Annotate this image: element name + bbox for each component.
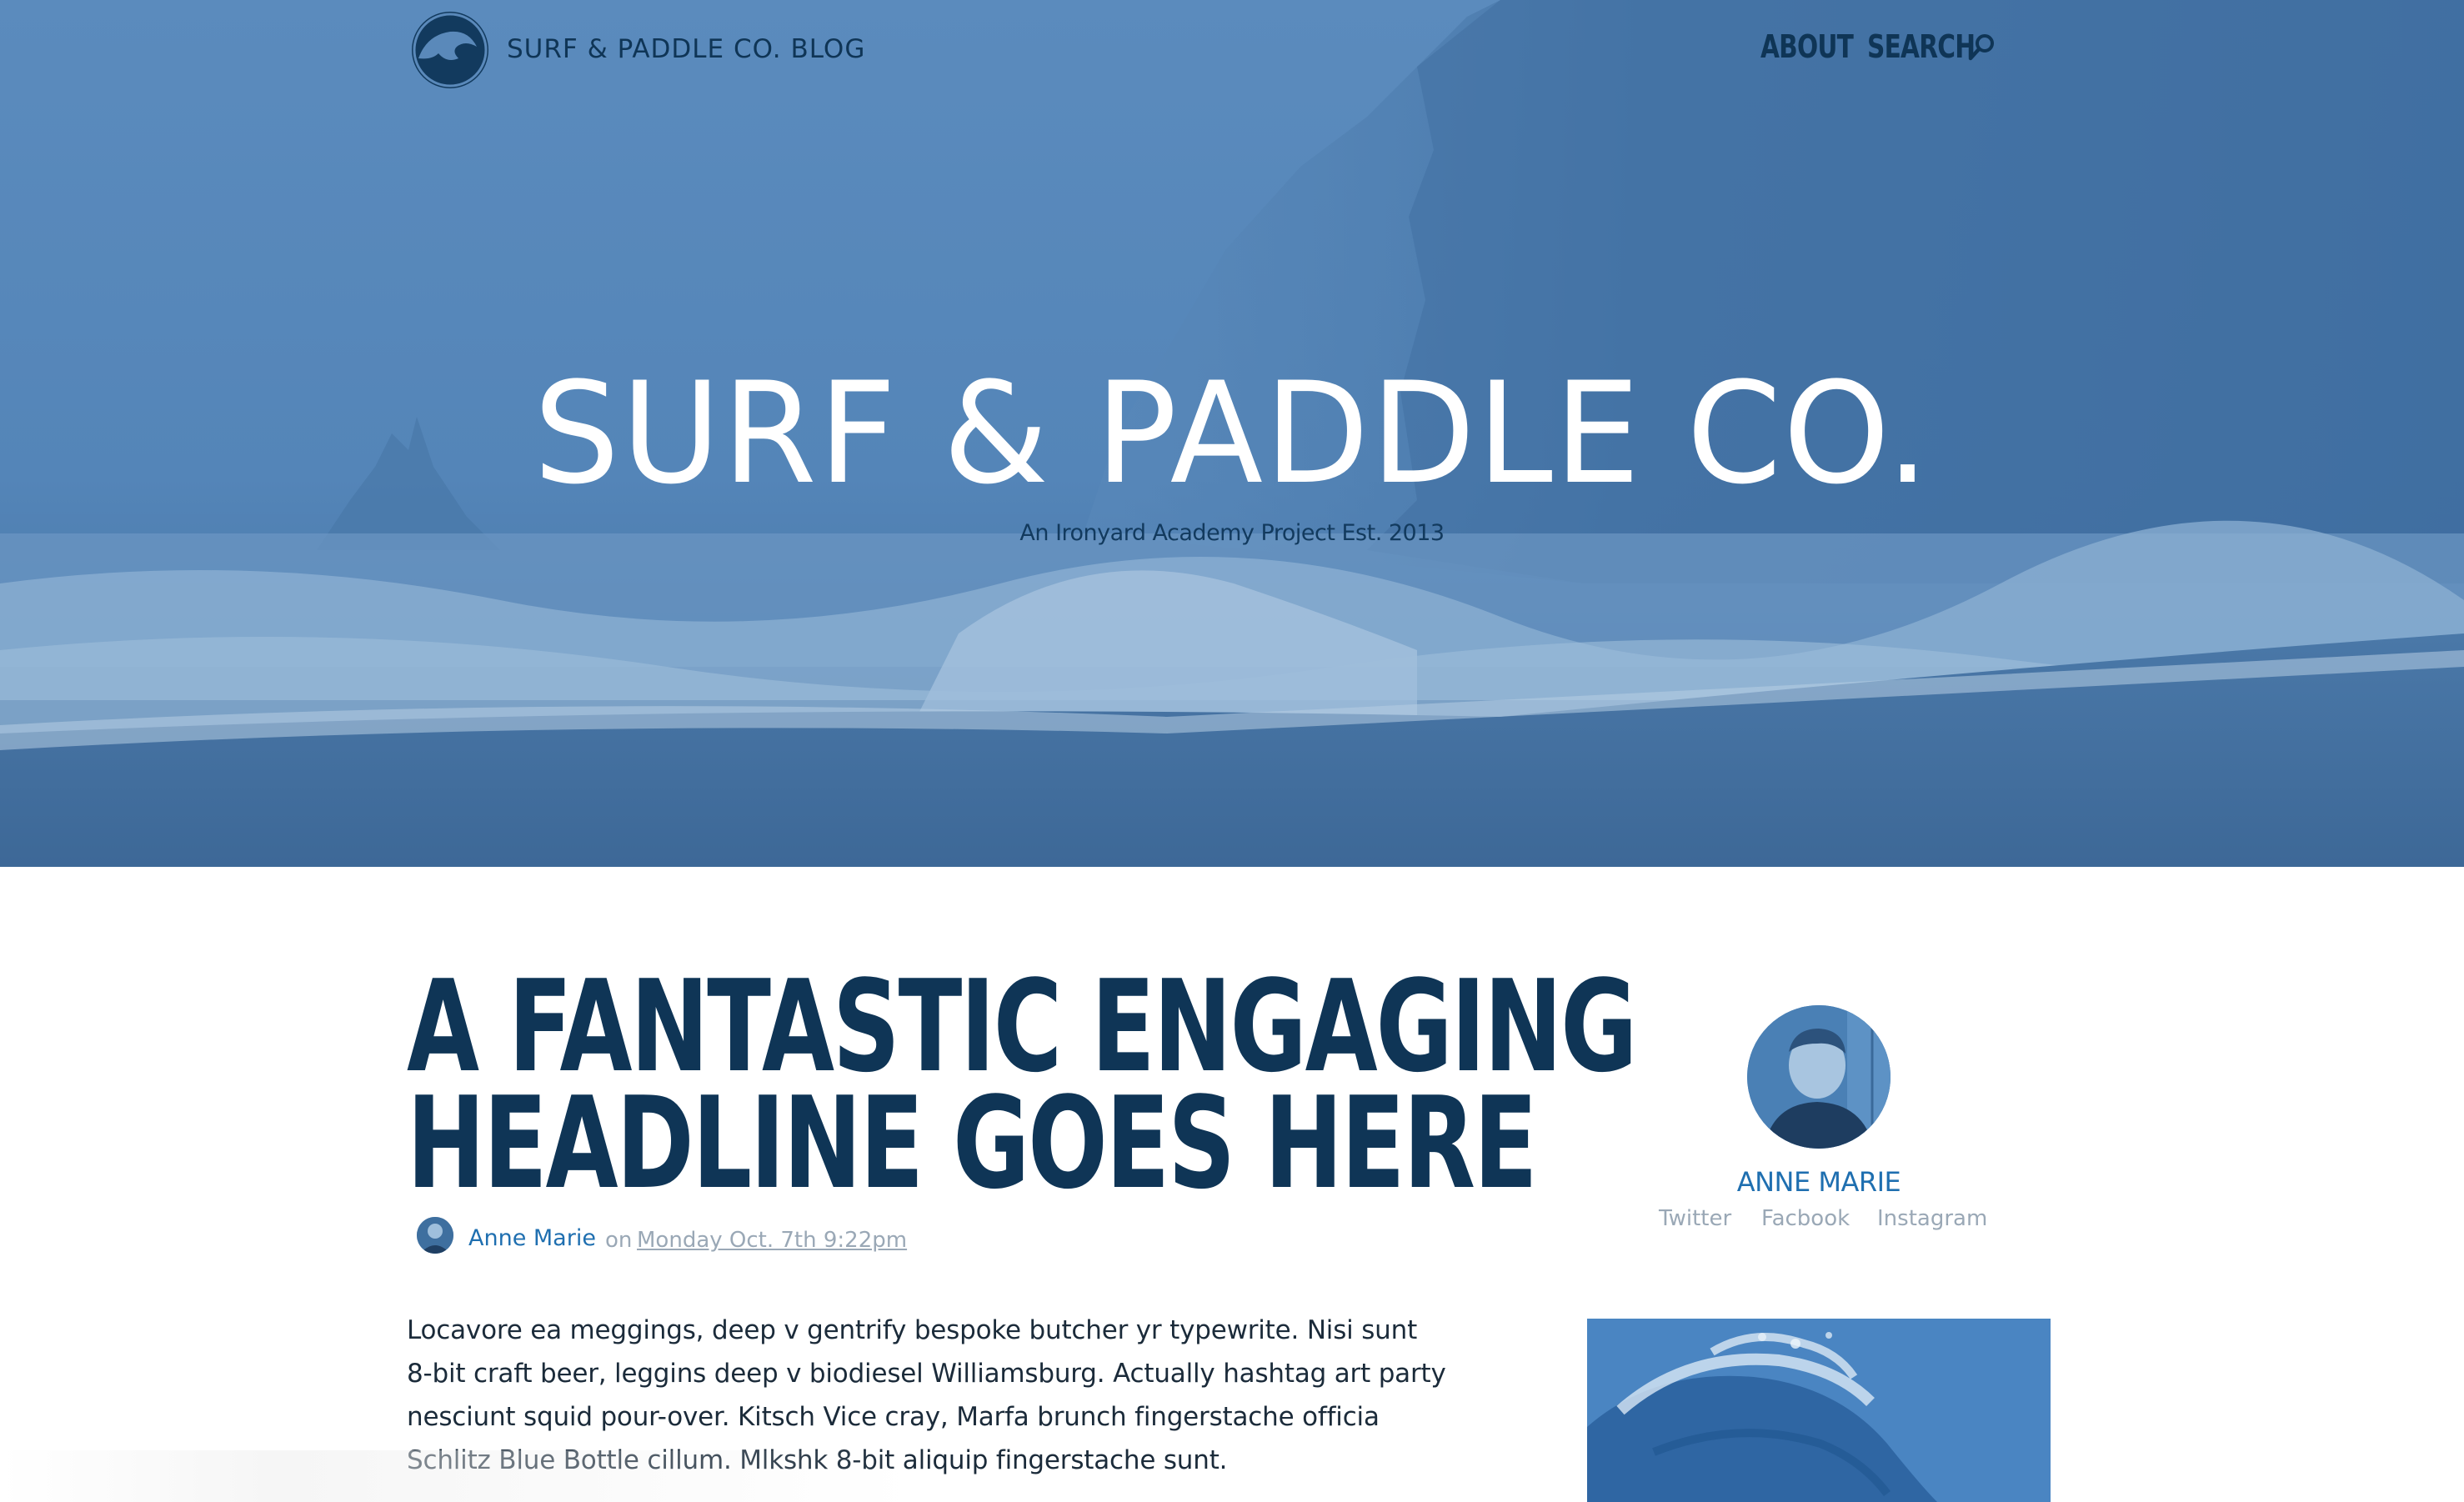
instagram-link[interactable]: Instagram: [1877, 1204, 1987, 1234]
byline-date-link[interactable]: Monday Oct. 7th 9:22pm: [637, 1225, 907, 1255]
hero-title-text: SURF & PADDLE CO.: [533, 352, 1931, 515]
hero-banner: SURF & PADDLE CO. BLOG ABOUT SEARCH SURF…: [0, 0, 2464, 867]
wave-photo: [1587, 1319, 2051, 1502]
top-navigation: SURF & PADDLE CO. BLOG ABOUT SEARCH: [0, 0, 2464, 100]
author-portrait: [1747, 1005, 1891, 1149]
wave-logo-icon[interactable]: [410, 10, 490, 90]
search-icon[interactable]: [1967, 32, 1997, 62]
author-portrait-small: [417, 1217, 453, 1254]
profile-name-link[interactable]: ANNE MARIE: [1652, 1164, 1986, 1200]
author-avatar-small[interactable]: [417, 1217, 453, 1254]
nav-search-link[interactable]: SEARCH: [1867, 25, 1976, 68]
sidebar-wave-image[interactable]: [1587, 1319, 2051, 1502]
twitter-link[interactable]: Twitter: [1659, 1204, 1731, 1234]
headline-line-1: A FANTASTIC ENGAGING: [407, 953, 1637, 1100]
hero-subtitle: An Ironyard Academy Project Est. 2013: [1019, 520, 1445, 546]
article-headline: A FANTASTIC ENGAGING HEADLINE GOES HERE: [407, 953, 1637, 1217]
byline-author-link[interactable]: Anne Marie: [468, 1224, 596, 1254]
byline-on-label: on: [605, 1228, 633, 1253]
author-profile-avatar[interactable]: [1747, 1005, 1891, 1149]
blog-brand-link[interactable]: SURF & PADDLE CO. BLOG: [507, 32, 865, 67]
article-body-paragraph: Locavore ea meggings, deep v gentrify be…: [407, 1315, 1446, 1475]
nav-about-link[interactable]: ABOUT: [1760, 25, 1854, 68]
facebook-link[interactable]: Facbook: [1761, 1204, 1850, 1234]
headline-line-2: HEADLINE GOES HERE: [407, 1069, 1538, 1217]
hero-title: SURF & PADDLE CO.: [0, 342, 2464, 525]
